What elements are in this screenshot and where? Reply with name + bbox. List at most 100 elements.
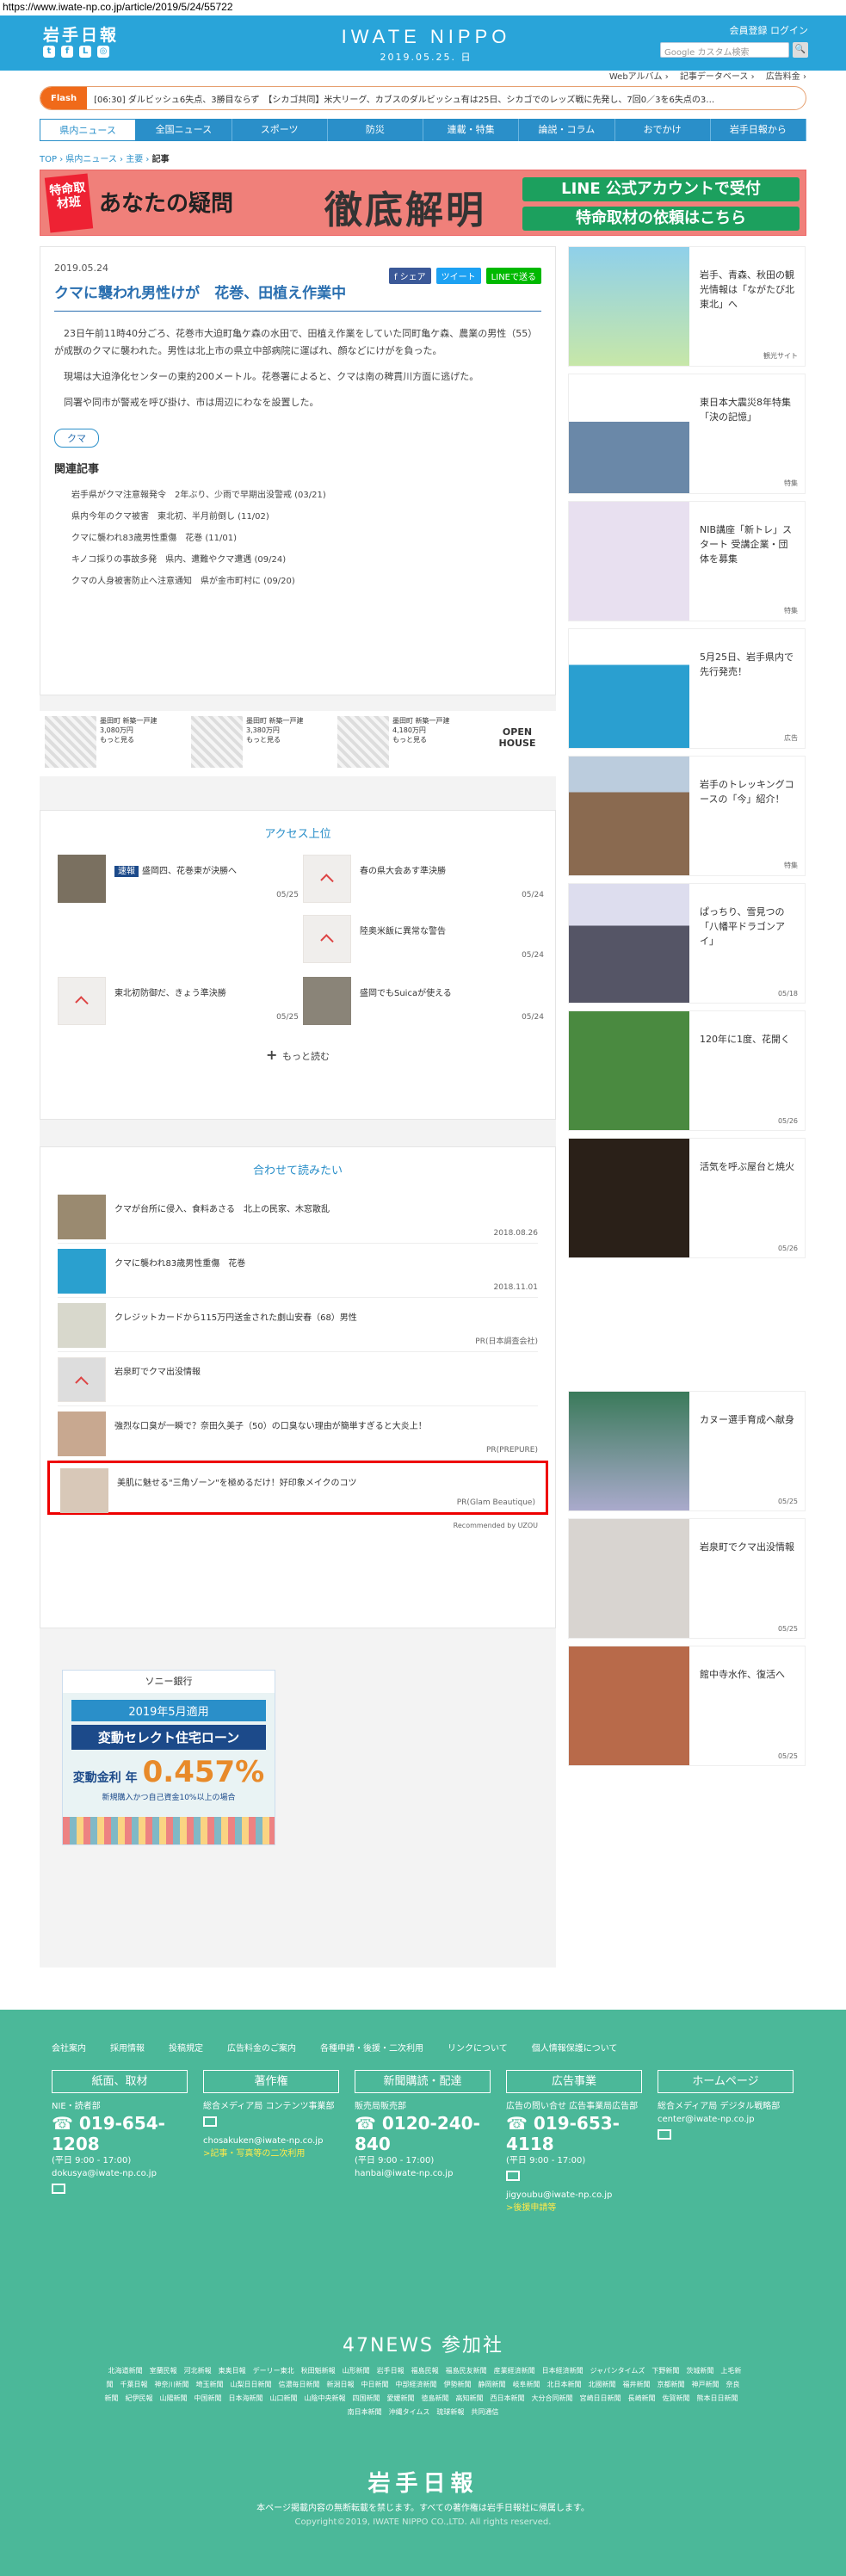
contact-email[interactable]: jigyoubu@iwate-np.co.jp	[506, 2189, 642, 2202]
recommended-item[interactable]: クマに襲われ83歳男性重傷 花巻 2018.11.01	[58, 1244, 538, 1298]
member-paper-link[interactable]: 山陽新聞	[160, 2394, 188, 2402]
member-paper-link[interactable]: 宮崎日日新聞	[580, 2394, 621, 2402]
contact-heading[interactable]: 新聞購読・配達	[355, 2070, 491, 2093]
footer-logo[interactable]: 岩手日報	[0, 2466, 846, 2498]
member-paper-link[interactable]: 山口新聞	[270, 2394, 298, 2402]
breadcrumb-top[interactable]: TOP	[40, 155, 57, 164]
footer-link[interactable]: 各種申請・後援・二次利用	[320, 2041, 423, 2054]
member-paper-link[interactable]: 琉球新報	[436, 2408, 464, 2416]
related-link[interactable]: 県内今年のクマ被害 東北初、半月前倒し (11/02)	[54, 504, 541, 526]
banner-request-button[interactable]: 特命取材の依頼はこちら	[522, 207, 800, 231]
subnav-database[interactable]: 記事データベース ›	[680, 72, 755, 82]
contact-email[interactable]: center@iwate-np.co.jp	[658, 2113, 794, 2126]
sidebar-item[interactable]: NIB講座「新トレ」スタート 受講企業・団体を募集 特集	[568, 501, 806, 621]
sidebar-item[interactable]: 岩手のトレッキングコースの「今」紹介！ 特集	[568, 756, 806, 876]
member-paper-link[interactable]: ジャパンタイムズ	[590, 2367, 645, 2375]
ranking-item[interactable]: 東北初防御だ、きょう準決勝 05/25	[58, 977, 299, 1025]
contact-email[interactable]: chosakuken@iwate-np.co.jp	[203, 2134, 339, 2147]
mail-icon[interactable]	[506, 2171, 520, 2181]
member-paper-link[interactable]: 静岡新聞	[479, 2381, 506, 2388]
breadcrumb-main[interactable]: 主要	[126, 155, 143, 164]
recommended-item[interactable]: クマが台所に侵入、食料あさる 北上の民家、木窓散乱 2018.08.26	[58, 1189, 538, 1244]
member-paper-link[interactable]: 沖縄タイムス	[389, 2408, 430, 2416]
member-paper-link[interactable]: 信濃毎日新聞	[279, 2381, 320, 2388]
banner-line-button[interactable]: LINE 公式アカウントで受付	[522, 177, 800, 201]
search-input[interactable]: Google カスタム検索	[660, 42, 789, 58]
sidebar-item[interactable]: 活気を呼ぶ屋台と焼火 05/26	[568, 1138, 806, 1258]
recommended-item[interactable]: クレジットカードから115万円送金された劇山安春（68）男性 PR(日本調査会社…	[58, 1298, 538, 1352]
instagram-icon[interactable]: ◎	[97, 46, 109, 58]
member-paper-link[interactable]: 山形新聞	[343, 2367, 370, 2375]
member-paper-link[interactable]: 北日本新聞	[547, 2381, 582, 2388]
tweet-button[interactable]: ツイート	[435, 268, 481, 284]
recommended-item-highlighted[interactable]: 美肌に魅せる"三角ゾーン"を極めるだけ！好印象メイクのコツ PR(Glam Be…	[47, 1461, 548, 1515]
recommended-item[interactable]: 岩泉町でクマ出没情報	[58, 1352, 538, 1406]
contact-email[interactable]: dokusya@iwate-np.co.jp	[52, 2167, 188, 2180]
ranking-item[interactable]: 速報 盛岡四、花巻東が決勝へ 05/25	[58, 855, 299, 903]
more-button[interactable]: + もっと読む	[40, 1047, 555, 1063]
mail-icon[interactable]	[203, 2116, 217, 2127]
member-paper-link[interactable]: 東奥日報	[219, 2367, 246, 2375]
nav-tab-national[interactable]: 全国ニュース	[136, 119, 232, 141]
ad-more[interactable]: もっと見る	[100, 735, 157, 744]
member-paper-link[interactable]: 産業経済新聞	[494, 2367, 535, 2375]
sidebar-item[interactable]: 東日本大震災8年特集「決の記憶」 特集	[568, 374, 806, 494]
recommended-item[interactable]: 強烈な口臭が一瞬で？奈田久美子（50）の口臭ない理由が簡単すぎると大炎上！ PR…	[58, 1406, 538, 1461]
footer-link[interactable]: 投稿規定	[169, 2041, 203, 2054]
member-paper-link[interactable]: 室蘭民報	[150, 2367, 177, 2375]
contact-heading[interactable]: 紙面、取材	[52, 2070, 188, 2093]
brand-name[interactable]: IWATE NIPPO	[340, 26, 512, 48]
member-paper-link[interactable]: 福井新聞	[623, 2381, 651, 2388]
line-icon[interactable]: L	[79, 46, 91, 58]
footer-link[interactable]: 会社案内	[52, 2041, 86, 2054]
member-paper-link[interactable]: 中国新聞	[195, 2394, 222, 2402]
sidebar-item[interactable]: 岩泉町でクマ出没情報 05/25	[568, 1518, 806, 1639]
member-paper-link[interactable]: 山梨日日新聞	[231, 2381, 272, 2388]
contact-email[interactable]: hanbai@iwate-np.co.jp	[355, 2167, 491, 2180]
related-link[interactable]: クマに襲われ83歳男性重傷 花巻 (11/01)	[54, 526, 541, 547]
member-paper-link[interactable]: 下野新聞	[651, 2367, 679, 2375]
contact-heading[interactable]: ホームページ	[658, 2070, 794, 2093]
member-paper-link[interactable]: 日本海新聞	[229, 2394, 263, 2402]
facebook-icon[interactable]: f	[61, 46, 73, 58]
footer-link[interactable]: 個人情報保護について	[532, 2041, 618, 2054]
member-paper-link[interactable]: 神戸新聞	[692, 2381, 719, 2388]
member-paper-link[interactable]: 京都新聞	[658, 2381, 685, 2388]
related-link[interactable]: 岩手県がクマ注意報発令 2年ぶり、少雨で早期出没警戒 (03/21)	[54, 483, 541, 504]
breadcrumb-local[interactable]: 県内ニュース	[65, 155, 117, 164]
related-link[interactable]: キノコ採りの事故多発 県内、遭難やクマ遭遇 (09/24)	[54, 547, 541, 569]
ranking-item[interactable]: 盛岡でもSuicaが使える 05/24	[303, 977, 544, 1025]
related-link[interactable]: クマの人身被害防止へ注意通知 県が金市町村に (09/20)	[54, 569, 541, 590]
sidebar-item[interactable]: 岩手、青森、秋田の観光情報は「ながたび北東北」へ 観光サイト	[568, 246, 806, 367]
member-paper-link[interactable]: 福島民友新聞	[446, 2367, 487, 2375]
member-paper-link[interactable]: 大分合同新聞	[532, 2394, 573, 2402]
line-share-button[interactable]: LINEで送る	[485, 268, 541, 284]
nav-tab-sports[interactable]: スポーツ	[232, 119, 328, 141]
member-paper-link[interactable]: 茨城新聞	[686, 2367, 713, 2375]
tag-bear[interactable]: クマ	[54, 429, 99, 448]
sidebar-item[interactable]: ぱっちり、雪見つの「八幡平ドラゴンアイ」 05/18	[568, 883, 806, 1004]
property-ad[interactable]: 墨田町 新築一戸建 3,080万円 もっと見る	[40, 711, 184, 776]
phone-number[interactable]: ☎ 0120-240-840	[355, 2113, 491, 2154]
member-paper-link[interactable]: 福島民報	[411, 2367, 439, 2375]
nav-tab-from-nippo[interactable]: 岩手日報から	[711, 119, 806, 141]
phone-number[interactable]: ☎ 019-653-4118	[506, 2113, 642, 2154]
search-icon[interactable]: 🔍	[793, 42, 808, 58]
member-paper-link[interactable]: 西日本新聞	[491, 2394, 525, 2402]
member-paper-link[interactable]: 北海道新聞	[108, 2367, 143, 2375]
recommended-by[interactable]: Recommended by UZOU	[58, 1522, 538, 1529]
member-paper-link[interactable]: 千葉日報	[120, 2381, 148, 2388]
url-bar[interactable]: https://www.iwate-np.co.jp/article/2019/…	[0, 0, 846, 15]
subnav-album[interactable]: Webアルバム ›	[609, 72, 669, 82]
member-paper-link[interactable]: 新潟日報	[327, 2381, 355, 2388]
mail-icon[interactable]	[658, 2129, 671, 2140]
nav-tab-features[interactable]: 連載・特集	[423, 119, 520, 141]
sidebar-item[interactable]: 120年に1度、花開く 05/26	[568, 1010, 806, 1131]
member-paper-link[interactable]: 高知新聞	[456, 2394, 484, 2402]
nav-tab-local[interactable]: 県内ニュース	[40, 119, 137, 141]
member-paper-link[interactable]: 伊勢新聞	[444, 2381, 472, 2388]
member-paper-link[interactable]: 岩手日報	[377, 2367, 404, 2375]
sidebar-item[interactable]: 5月25日、岩手県内で先行発売！ 広告	[568, 628, 806, 749]
twitter-icon[interactable]: t	[43, 46, 55, 58]
facebook-share-button[interactable]: f シェア	[388, 268, 431, 284]
